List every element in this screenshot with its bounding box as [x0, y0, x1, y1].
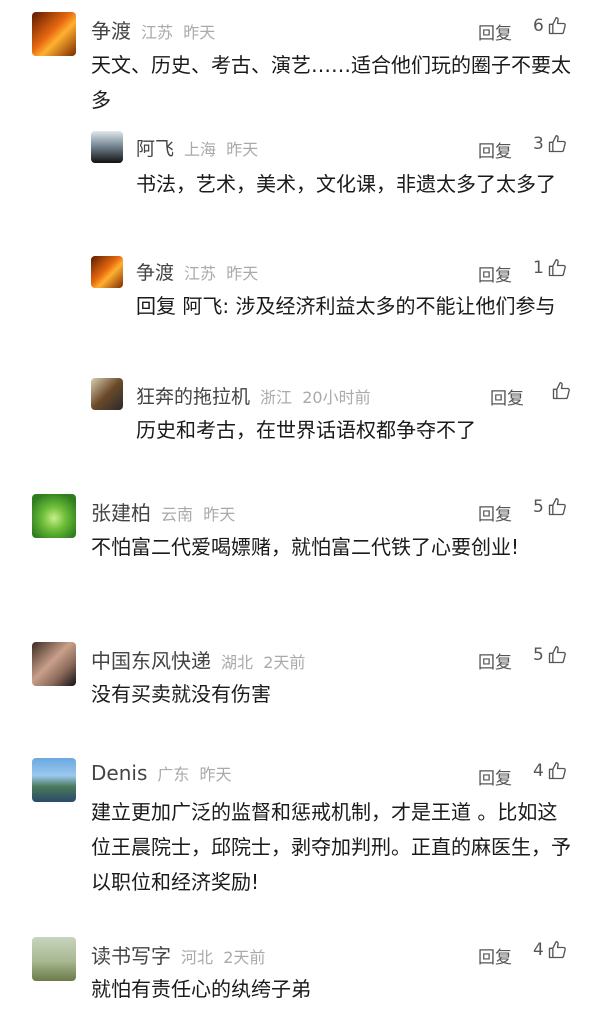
reply-button[interactable]: 回复: [478, 137, 512, 162]
comment-text: 天文、历史、考古、演艺……适合他们玩的圈子不要太多: [91, 53, 571, 112]
username[interactable]: 张建柏 云南 昨天: [91, 497, 235, 526]
username[interactable]: 争渡 江苏 昨天: [136, 258, 258, 285]
reply-button[interactable]: 回复: [478, 261, 512, 286]
like-count: 4: [533, 761, 544, 781]
avatar[interactable]: [32, 642, 76, 686]
thumbs-up-icon: [548, 17, 566, 35]
reply-mention[interactable]: 回复 阿飞:: [136, 294, 229, 318]
reply-button[interactable]: 回复: [478, 764, 512, 789]
comment-meta: 广东 昨天: [157, 765, 232, 784]
username[interactable]: 阿飞 上海 昨天: [136, 134, 258, 161]
avatar[interactable]: [32, 494, 76, 538]
comment-meta: 江苏 昨天: [184, 264, 259, 283]
username[interactable]: 中国东风快递 湖北 2天前: [91, 645, 305, 674]
like-count: 3: [533, 134, 544, 154]
thumbs-up-icon: [548, 259, 566, 277]
reply-button[interactable]: 回复: [490, 384, 524, 409]
comment-text: 回复 阿飞: 涉及经济利益太多的不能让他们参与: [136, 294, 556, 318]
comment-meta: 河北 2天前: [181, 948, 266, 967]
avatar[interactable]: [91, 256, 123, 288]
avatar[interactable]: [91, 378, 123, 410]
like-count: 1: [533, 258, 544, 278]
reply-button[interactable]: 回复: [478, 943, 512, 968]
username[interactable]: Denis 广东 昨天: [91, 761, 232, 785]
comment-text: 建立更加广泛的监督和惩戒机制，才是王道 。比如这位王晨院士，邱院士，剥夺加判刑。…: [91, 800, 571, 894]
comment-meta: 上海 昨天: [184, 140, 259, 159]
username[interactable]: 狂奔的拖拉机 浙江 20小时前: [136, 382, 371, 409]
like-button[interactable]: 3: [533, 134, 567, 154]
thumbs-up-icon: [548, 135, 566, 153]
like-count: 6: [533, 16, 544, 36]
thumbs-up-icon: [548, 498, 566, 516]
like-button[interactable]: 5: [533, 645, 567, 665]
comment-meta: 浙江 20小时前: [260, 388, 371, 407]
comment-text: 没有买卖就没有伤害: [91, 682, 271, 706]
comment-meta: 云南 昨天: [161, 505, 236, 524]
like-count: 5: [533, 645, 544, 665]
like-button[interactable]: 6: [533, 16, 567, 36]
comment-text: 历史和考古，在世界话语权都争夺不了: [136, 418, 476, 442]
reply-button[interactable]: 回复: [478, 648, 512, 673]
comment-meta: 湖北 2天前: [221, 653, 306, 672]
username[interactable]: 读书写字 河北 2天前: [91, 940, 265, 969]
comment-text: 书法，艺术，美术，文化课，非遗太多了太多了: [136, 172, 556, 196]
avatar[interactable]: [32, 937, 76, 981]
like-count: 5: [533, 497, 544, 517]
like-button[interactable]: 4: [533, 761, 567, 781]
reply-button[interactable]: 回复: [478, 500, 512, 525]
avatar[interactable]: [32, 12, 76, 56]
thumbs-up-icon: [552, 382, 570, 400]
thumbs-up-icon: [548, 941, 566, 959]
like-button[interactable]: 4: [533, 940, 567, 960]
comment-text: 就怕有责任心的纨绔子弟: [91, 977, 311, 1001]
thumbs-up-icon: [548, 762, 566, 780]
like-count: 4: [533, 940, 544, 960]
thumbs-up-icon: [548, 646, 566, 664]
avatar[interactable]: [32, 758, 76, 802]
avatar[interactable]: [91, 131, 123, 163]
like-button[interactable]: 5: [533, 497, 567, 517]
username[interactable]: 争渡 江苏 昨天: [91, 15, 215, 44]
like-button[interactable]: [548, 381, 571, 401]
comment-meta: 江苏 昨天: [141, 23, 216, 42]
reply-button[interactable]: 回复: [478, 19, 512, 44]
comment-text: 不怕富二代爱喝嫖赌，就怕富二代铁了心要创业!: [91, 535, 520, 559]
like-button[interactable]: 1: [533, 258, 567, 278]
